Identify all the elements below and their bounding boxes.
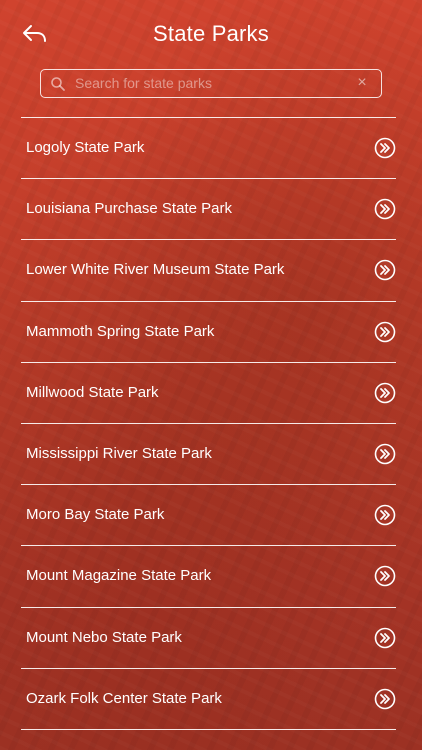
clear-icon[interactable]: × xyxy=(355,75,369,91)
double-chevron-right-circle-icon[interactable] xyxy=(374,627,396,649)
double-chevron-right-circle-icon[interactable] xyxy=(374,565,396,587)
search-input[interactable] xyxy=(75,70,345,96)
page-title: State Parks xyxy=(153,21,269,46)
park-name: Moro Bay State Park xyxy=(26,506,165,524)
list-item[interactable]: Mount Nebo State Park xyxy=(21,608,396,669)
park-name: Ozark Folk Center State Park xyxy=(26,689,222,707)
double-chevron-right-circle-icon[interactable] xyxy=(374,137,396,159)
park-name: Mississippi River State Park xyxy=(26,444,212,462)
double-chevron-right-circle-icon[interactable] xyxy=(374,443,396,465)
park-name: Millwood State Park xyxy=(26,383,159,401)
list-item[interactable]: Louisiana Purchase State Park xyxy=(21,179,396,241)
parks-list: Logoly State Park Louisiana Purchase Stat… xyxy=(21,117,396,730)
double-chevron-right-circle-icon[interactable] xyxy=(374,382,396,404)
header: State Parks xyxy=(0,0,422,66)
double-chevron-right-circle-icon[interactable] xyxy=(374,504,396,526)
search-bar[interactable]: × xyxy=(40,69,382,98)
park-name: Mammoth Spring State Park xyxy=(26,322,215,340)
park-name: Lower White River Museum State Park xyxy=(26,261,285,279)
list-item[interactable]: Lower White River Museum State Park xyxy=(21,240,396,302)
list-item[interactable]: Ozark Folk Center State Park xyxy=(21,669,396,730)
park-name: Mount Nebo State Park xyxy=(26,628,182,646)
park-name: Louisiana Purchase State Park xyxy=(26,200,232,218)
list-item[interactable]: Mammoth Spring State Park xyxy=(21,302,396,363)
double-chevron-right-circle-icon[interactable] xyxy=(374,688,396,710)
list-item[interactable]: Logoly State Park xyxy=(21,118,396,180)
search-icon xyxy=(51,77,65,91)
park-name: Logoly State Park xyxy=(26,139,145,156)
list-item[interactable]: Mississippi River State Park xyxy=(21,424,396,486)
double-chevron-right-circle-icon[interactable] xyxy=(374,321,396,343)
double-chevron-right-circle-icon[interactable] xyxy=(374,259,396,281)
double-chevron-right-circle-icon[interactable] xyxy=(374,198,396,220)
list-item[interactable]: Millwood State Park xyxy=(21,363,396,424)
list-item[interactable]: Moro Bay State Park xyxy=(21,485,396,547)
list-item[interactable]: Mount Magazine State Park xyxy=(21,546,396,608)
park-name: Mount Magazine State Park xyxy=(26,567,212,585)
